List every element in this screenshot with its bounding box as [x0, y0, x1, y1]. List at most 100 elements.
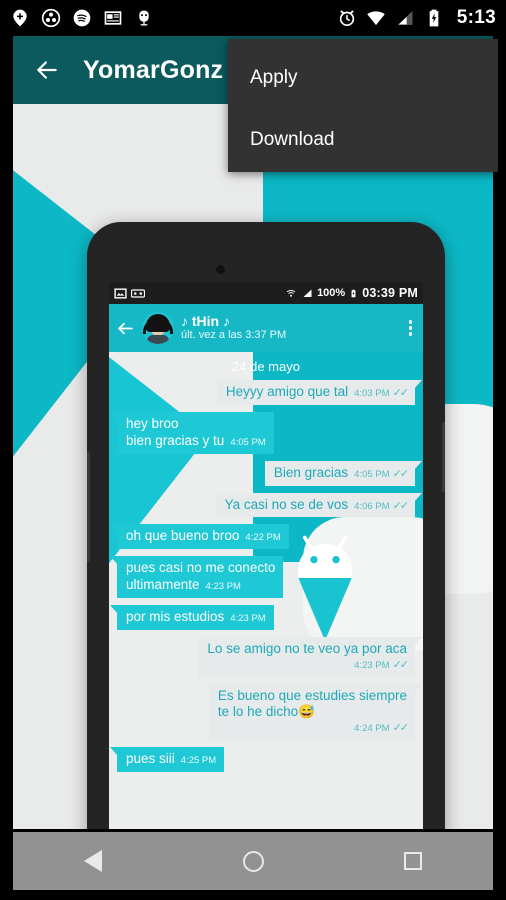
- phone-volume-button: [87, 452, 90, 562]
- mock-clock: 03:39 PM: [362, 286, 418, 300]
- message-bubble[interactable]: Bien gracias 4:05 PM ✓✓: [264, 460, 423, 486]
- page-title: YomarGonz: [83, 55, 224, 84]
- message-read-ticks: ✓✓: [392, 387, 410, 399]
- status-bar-left-icons: [10, 8, 154, 28]
- message-text: Ya casi no se de vos: [224, 496, 349, 512]
- message-read-ticks: ✓✓: [392, 467, 410, 480]
- message-meta: 4:23 PM: [230, 613, 265, 625]
- message-time: 4:24 PM: [354, 723, 390, 735]
- message-row[interactable]: por mis estudios 4:23 PM: [110, 605, 415, 630]
- back-arrow-icon[interactable]: [116, 319, 135, 338]
- message-row[interactable]: Lo se amigo no te veo ya por aca 4:23 PM ✓…: [117, 636, 422, 677]
- status-bar-clock: 5:13: [456, 7, 496, 28]
- spotify-icon: [73, 9, 91, 27]
- message-meta: 4:05 PM ✓✓: [354, 467, 410, 482]
- message-time: 4:03 PM: [354, 388, 390, 399]
- message-bubble[interactable]: por mis estudios 4:23 PM: [110, 605, 274, 630]
- voicemail-icon: [131, 288, 145, 298]
- message-meta: 4:22 PM: [245, 532, 280, 544]
- message-text: Lo se amigo no te veo ya por aca: [207, 640, 407, 656]
- location-add-icon: [13, 9, 27, 27]
- message-meta: 4:25 PM: [181, 755, 216, 767]
- nav-home-icon: [242, 850, 264, 872]
- message-row[interactable]: Bien gracias 4:05 PM ✓✓: [117, 460, 423, 486]
- news-layout-icon: [104, 11, 122, 25]
- message-text: por mis estudios: [126, 609, 225, 624]
- message-time: 4:22 PM: [245, 532, 281, 544]
- message-meta: 4:06 PM ✓✓: [354, 499, 410, 514]
- message-row[interactable]: pues casi no me conecto ultimamente 4:23 P…: [109, 556, 415, 598]
- message-row[interactable]: hey broo bien gracias y tu 4:05 PM: [110, 411, 415, 454]
- menu-item-download[interactable]: Download: [228, 109, 498, 171]
- more-vertical-icon[interactable]: [405, 320, 417, 336]
- mock-chat-header: ♪ tHin ♪ últ. vez a las 3:37 PM: [109, 304, 423, 352]
- message-bubble[interactable]: hey broo bien gracias y tu 4:05 PM: [110, 411, 274, 454]
- message-meta: 4:23 PM: [206, 581, 241, 593]
- message-row[interactable]: oh que bueno broo 4:22 PM: [110, 524, 415, 550]
- avatar[interactable]: [142, 312, 174, 344]
- phone-screen: 100% 03:39 PM ♪ tHin ♪ últ. vez a las 3:…: [109, 282, 423, 829]
- message-time: 4:23 PM: [354, 659, 390, 671]
- message-time: 4:05 PM: [354, 468, 390, 480]
- wallpaper-preview[interactable]: 100% 03:39 PM ♪ tHin ♪ últ. vez a las 3:…: [13, 104, 493, 829]
- message-row[interactable]: Es bueno que estudies siempre te lo he di…: [117, 683, 423, 740]
- back-button[interactable]: [27, 50, 67, 90]
- message-time: 4:05 PM: [230, 436, 266, 448]
- alarm-icon: [339, 10, 354, 26]
- wifi-icon: [286, 289, 296, 297]
- status-bar-right-icons: 5:13: [337, 7, 496, 29]
- android-head-icon: [139, 10, 149, 26]
- message-bubble[interactable]: Heyyy amigo que tal 4:03 PM ✓✓: [216, 380, 423, 405]
- back-arrow-icon[interactable]: [34, 57, 60, 83]
- message-bubble[interactable]: oh que bueno broo 4:22 PM: [110, 524, 289, 550]
- message-read-ticks: ✓✓: [392, 722, 410, 735]
- message-row[interactable]: pues siii 4:25 PM: [109, 747, 415, 772]
- message-time: 4:23 PM: [230, 613, 266, 624]
- message-bubble[interactable]: pues casi no me conecto ultimamente 4:23 P…: [109, 556, 284, 598]
- contact-name: ♪ tHin ♪: [181, 313, 230, 330]
- message-text: pues casi no me conecto ultimamente: [126, 560, 276, 593]
- nav-back-button[interactable]: [63, 832, 123, 890]
- message-text: Es bueno que estudies siempre te lo he di…: [217, 687, 407, 720]
- system-status-bar: 5:13: [0, 0, 506, 36]
- battery-charging-icon: [429, 9, 439, 27]
- mock-battery-percent: 100%: [317, 287, 346, 299]
- nav-home-button[interactable]: [223, 832, 283, 890]
- nav-recents-icon: [404, 852, 422, 870]
- message-text: Bien gracias: [273, 464, 349, 480]
- message-bubble[interactable]: Es bueno que estudies siempre te lo he di…: [208, 683, 423, 740]
- message-meta: 4:24 PM ✓✓: [218, 722, 410, 736]
- message-row[interactable]: Ya casi no se de vos 4:06 PM ✓✓: [117, 492, 423, 518]
- nav-recents-button[interactable]: [383, 832, 443, 890]
- phone-power-button: [442, 422, 445, 492]
- contact-last-seen: últ. vez a las 3:37 PM: [181, 329, 287, 342]
- message-bubble[interactable]: Ya casi no se de vos 4:06 PM ✓✓: [215, 492, 423, 518]
- wifi-icon: [367, 11, 385, 26]
- cell-signal-icon: [398, 11, 413, 25]
- message-row[interactable]: Heyyy amigo que tal 4:03 PM ✓✓: [117, 380, 423, 405]
- message-text: hey broo bien gracias y tu: [126, 415, 225, 448]
- message-read-ticks: ✓✓: [392, 499, 410, 512]
- mock-status-right: 100% 03:39 PM: [285, 286, 418, 300]
- phone-mockup: 100% 03:39 PM ♪ tHin ♪ últ. vez a las 3:…: [87, 222, 445, 829]
- nav-back-icon: [84, 850, 102, 872]
- message-read-ticks: ✓✓: [392, 658, 410, 671]
- message-time: 4:23 PM: [205, 581, 241, 593]
- message-time: 4:06 PM: [354, 500, 390, 512]
- message-bubble[interactable]: pues siii 4:25 PM: [109, 747, 225, 772]
- message-meta: 4:05 PM: [230, 437, 265, 449]
- message-text: oh que bueno broo: [126, 528, 240, 544]
- circle-nodes-icon: [41, 8, 61, 28]
- overflow-menu[interactable]: Apply Download: [228, 39, 498, 172]
- system-nav-bar: [13, 832, 493, 890]
- mock-header-text: ♪ tHin ♪ últ. vez a las 3:37 PM: [181, 313, 398, 343]
- message-time: 4:25 PM: [180, 755, 217, 766]
- message-text: Heyyy amigo que tal: [225, 384, 349, 399]
- screenshot-icon: [114, 287, 127, 299]
- battery-charging-icon: [351, 289, 356, 297]
- message-list: 24 de mayo Heyyy amigo que tal 4:03 PM ✓✓ h…: [109, 352, 423, 772]
- phone-camera-dot: [216, 265, 225, 274]
- mock-status-bar: 100% 03:39 PM: [109, 282, 423, 304]
- message-bubble[interactable]: Lo se amigo no te veo ya por aca 4:23 PM ✓…: [198, 636, 422, 677]
- menu-item-apply[interactable]: Apply: [228, 47, 498, 109]
